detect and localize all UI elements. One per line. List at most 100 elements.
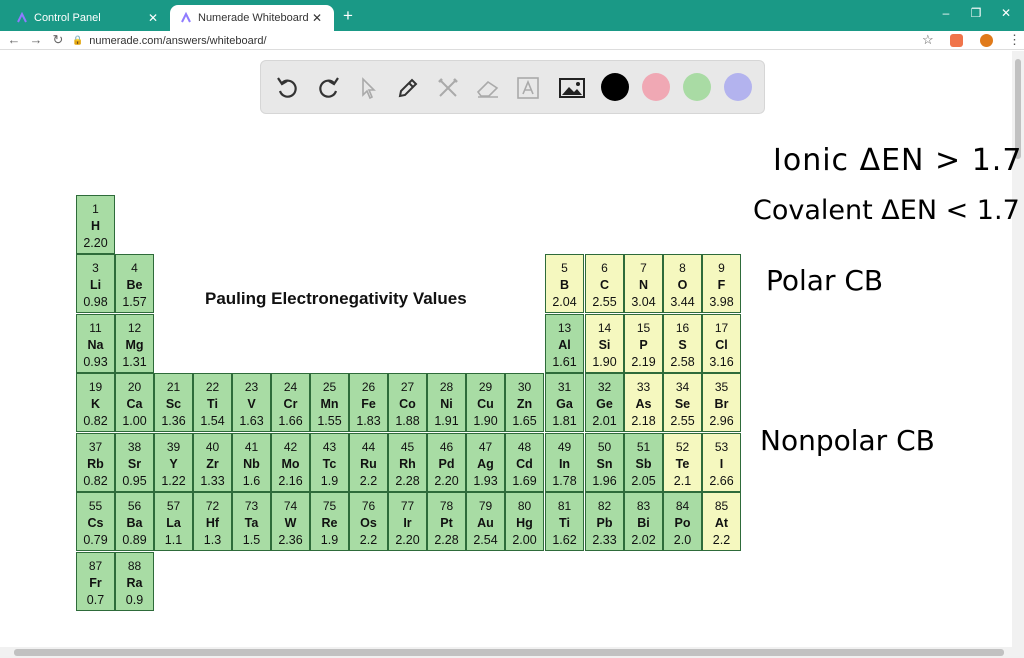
- close-tab-icon[interactable]: ✕: [310, 11, 324, 25]
- element-cell-sc: 21 Sc 1.36: [154, 373, 193, 432]
- profile-avatar-icon[interactable]: [980, 34, 993, 47]
- element-cell-pt: 78 Pt 2.28: [427, 492, 466, 551]
- element-cell-fe: 26 Fe 1.83: [349, 373, 388, 432]
- atomic-number: 30: [517, 380, 532, 394]
- atomic-number: 16: [675, 321, 690, 335]
- element-cell-i: 53 I 2.66: [702, 433, 741, 492]
- horizontal-scrollbar[interactable]: [0, 647, 1024, 658]
- close-window-button[interactable]: ✕: [996, 6, 1016, 20]
- image-icon[interactable]: [557, 73, 587, 103]
- electronegativity-value: 1.31: [122, 355, 147, 369]
- pen-icon[interactable]: [393, 73, 423, 103]
- tab-title: Numerade Whiteboard: [198, 12, 309, 24]
- electronegativity-value: 1.5: [242, 533, 261, 547]
- element-symbol: Fr: [89, 576, 102, 590]
- redo-icon[interactable]: [313, 73, 343, 103]
- element-cell-pd: 46 Pd 2.20: [427, 433, 466, 492]
- element-symbol: Mo: [281, 457, 300, 471]
- atomic-number: 15: [636, 321, 651, 335]
- atomic-number: 7: [640, 261, 647, 275]
- numerade-favicon-icon: [180, 11, 192, 24]
- atomic-number: 52: [675, 440, 690, 454]
- vertical-scrollbar[interactable]: [1012, 51, 1024, 647]
- element-cell-cu: 29 Cu 1.90: [466, 373, 505, 432]
- element-cell-b: 5 B 2.04: [545, 254, 584, 313]
- atomic-number: 31: [557, 380, 572, 394]
- electronegativity-value: 1.62: [552, 533, 577, 547]
- atomic-number: 55: [88, 499, 103, 513]
- electronegativity-value: 1.78: [552, 474, 577, 488]
- pointer-icon[interactable]: [353, 73, 383, 103]
- element-symbol: La: [166, 516, 181, 530]
- maximize-button[interactable]: ❐: [966, 6, 986, 20]
- element-symbol: Li: [89, 278, 102, 292]
- tab-title: Control Panel: [34, 12, 101, 24]
- element-cell-h: 1 H 2.20: [76, 195, 115, 254]
- element-cell-k: 19 K 0.82: [76, 373, 115, 432]
- element-cell-p: 15 P 2.19: [624, 314, 663, 373]
- element-cell-f: 9 F 3.98: [702, 254, 741, 313]
- electronegativity-value: 3.98: [709, 295, 734, 309]
- element-symbol: Ag: [477, 457, 494, 471]
- electronegativity-value: 2.33: [592, 533, 617, 547]
- element-cell-ca: 20 Ca 1.00: [115, 373, 154, 432]
- close-tab-icon[interactable]: ✕: [146, 11, 160, 25]
- minimize-button[interactable]: –: [936, 6, 956, 20]
- atomic-number: 84: [675, 499, 690, 513]
- tab-numerade-whiteboard[interactable]: Numerade Whiteboard ✕: [170, 5, 334, 31]
- element-cell-rh: 45 Rh 2.28: [388, 433, 427, 492]
- element-symbol: Ta: [244, 516, 259, 530]
- color-swatch-pink[interactable]: [642, 73, 670, 101]
- electronegativity-value: 1.9: [320, 474, 339, 488]
- handwritten-note-ionic: Ionic ΔEN > 1.7: [773, 143, 1023, 178]
- url-field[interactable]: 🔒 numerade.com/answers/whiteboard/: [72, 32, 942, 49]
- bookmark-star-icon[interactable]: ☆: [922, 32, 934, 48]
- atomic-number: 43: [322, 440, 337, 454]
- element-cell-nb: 41 Nb 1.6: [232, 433, 271, 492]
- electronegativity-value: 2.54: [473, 533, 498, 547]
- element-cell-rb: 37 Rb 0.82: [76, 433, 115, 492]
- electronegativity-value: 2.01: [592, 414, 617, 428]
- element-symbol: B: [559, 278, 570, 292]
- element-symbol: Y: [169, 457, 178, 471]
- element-symbol: Se: [674, 397, 691, 411]
- tab-control-panel[interactable]: Control Panel ✕: [6, 5, 170, 31]
- electronegativity-value: 0.89: [122, 533, 147, 547]
- scrollbar-thumb[interactable]: [14, 649, 1004, 656]
- element-cell-ga: 31 Ga 1.81: [545, 373, 584, 432]
- element-symbol: Fe: [361, 397, 376, 411]
- electronegativity-value: 2.20: [434, 474, 459, 488]
- color-swatch-purple[interactable]: [724, 73, 752, 101]
- atomic-number: 51: [636, 440, 651, 454]
- tools-icon[interactable]: [433, 73, 463, 103]
- element-cell-os: 76 Os 2.2: [349, 492, 388, 551]
- element-symbol: Pb: [596, 516, 613, 530]
- text-icon[interactable]: [513, 73, 543, 103]
- atomic-number: 47: [478, 440, 493, 454]
- element-cell-in: 49 In 1.78: [545, 433, 584, 492]
- element-cell-w: 74 W 2.36: [271, 492, 310, 551]
- reload-icon[interactable]: ↻: [50, 32, 66, 48]
- color-swatch-black[interactable]: [601, 73, 629, 101]
- element-symbol: Co: [399, 397, 416, 411]
- eraser-icon[interactable]: [473, 73, 503, 103]
- forward-icon[interactable]: →: [28, 32, 44, 47]
- element-cell-ti: 22 Ti 1.54: [193, 373, 232, 432]
- browser-menu-icon[interactable]: ⋮: [1008, 32, 1021, 48]
- element-symbol: As: [635, 397, 652, 411]
- extension-icon[interactable]: [950, 34, 963, 47]
- electronegativity-value: 1.63: [239, 414, 264, 428]
- new-tab-button[interactable]: +: [340, 6, 356, 26]
- electronegativity-value: 3.04: [631, 295, 656, 309]
- undo-icon[interactable]: [273, 73, 303, 103]
- element-symbol: Ca: [126, 397, 143, 411]
- back-icon[interactable]: ←: [6, 32, 22, 47]
- electronegativity-value: 1.88: [395, 414, 420, 428]
- atomic-number: 22: [205, 380, 220, 394]
- element-symbol: Br: [714, 397, 729, 411]
- electronegativity-value: 3.16: [709, 355, 734, 369]
- color-swatch-green[interactable]: [683, 73, 711, 101]
- atomic-number: 88: [127, 559, 142, 573]
- electronegativity-value: 0.82: [83, 474, 108, 488]
- element-symbol: F: [717, 278, 726, 292]
